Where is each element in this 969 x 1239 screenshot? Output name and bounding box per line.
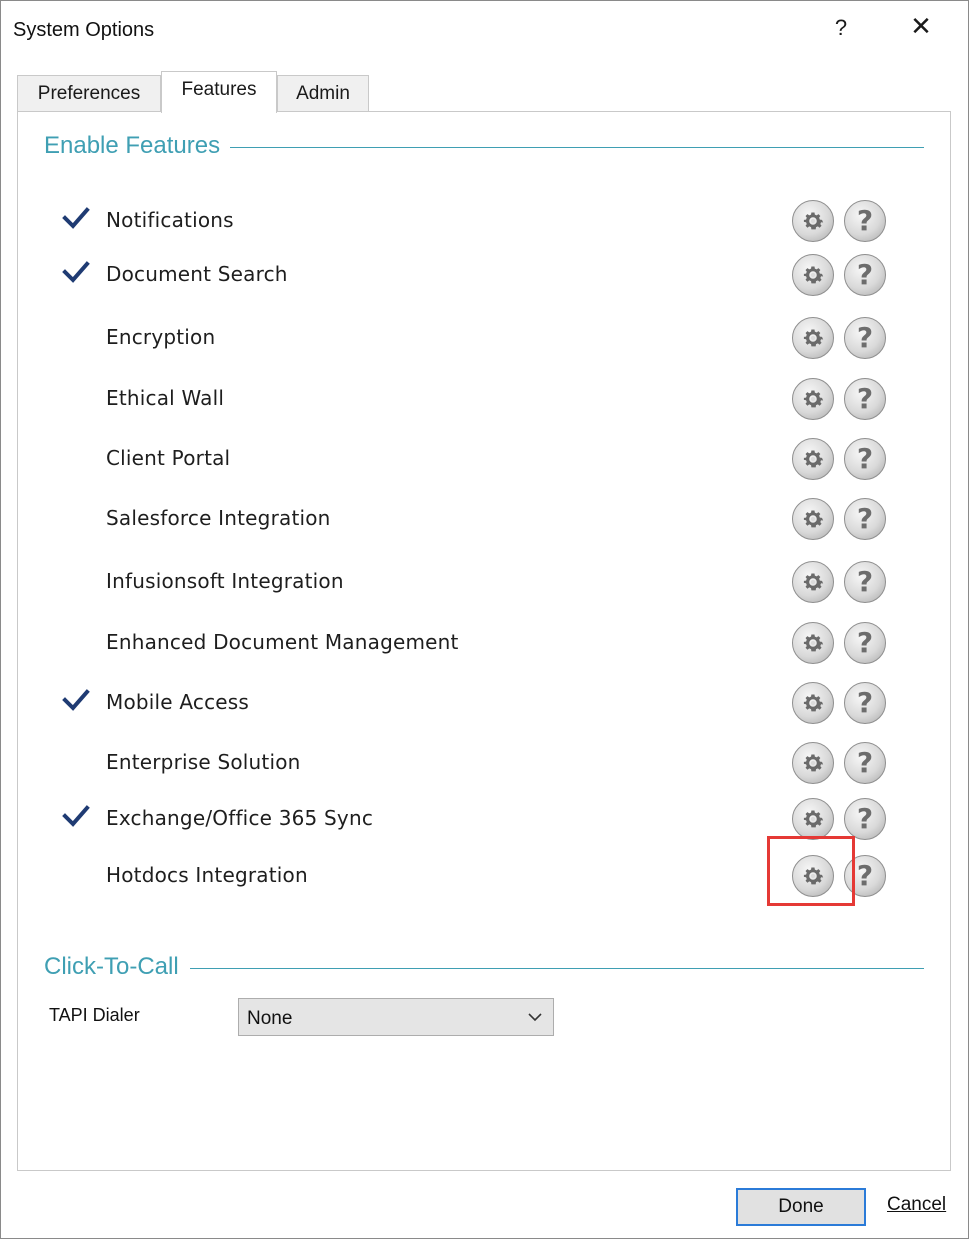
tab-features[interactable]: Features	[161, 71, 277, 113]
gear-icon	[800, 208, 826, 234]
feature-row[interactable]: Infusionsoft Integration?	[18, 561, 948, 603]
help-button[interactable]: ?	[844, 438, 886, 480]
feature-row[interactable]: Enhanced Document Management?	[18, 622, 948, 664]
system-options-dialog: System Options ? ✕ Preferences Features …	[0, 0, 969, 1239]
dialog-title: System Options	[13, 19, 155, 41]
feature-label: Ethical Wall	[106, 386, 225, 410]
help-button[interactable]: ?	[844, 254, 886, 296]
feature-label: Client Portal	[106, 446, 231, 470]
tab-admin-label: Admin	[296, 83, 350, 104]
feature-row[interactable]: Notifications?	[18, 200, 948, 242]
gear-icon	[800, 569, 826, 595]
feature-row[interactable]: Client Portal?	[18, 438, 948, 480]
help-icon: ?	[856, 320, 874, 354]
feature-label: Salesforce Integration	[106, 506, 331, 530]
help-icon: ?	[856, 625, 874, 659]
feature-label: Exchange/Office 365 Sync	[106, 806, 374, 830]
settings-button[interactable]	[792, 682, 834, 724]
feature-row[interactable]: Encryption?	[18, 317, 948, 359]
help-icon: ?	[856, 501, 874, 535]
settings-button[interactable]	[792, 798, 834, 840]
feature-row[interactable]: Exchange/Office 365 Sync?	[18, 798, 948, 840]
checkmark-icon[interactable]	[62, 686, 90, 714]
help-icon: ?	[856, 685, 874, 719]
click-to-call-rule	[190, 968, 924, 969]
gear-icon	[800, 446, 826, 472]
click-to-call-heading: Click-To-Call	[44, 953, 189, 981]
help-title-button[interactable]: ?	[829, 15, 853, 41]
settings-button[interactable]	[792, 317, 834, 359]
feature-label: Mobile Access	[106, 690, 250, 714]
highlight-box	[767, 836, 855, 906]
tapi-dialer-select[interactable]: None	[238, 998, 554, 1036]
tab-features-label: Features	[181, 79, 257, 100]
help-icon: ?	[856, 858, 874, 892]
settings-button[interactable]	[792, 254, 834, 296]
feature-label: Hotdocs Integration	[106, 863, 308, 887]
cancel-button[interactable]: Cancel	[887, 1194, 946, 1216]
feature-row[interactable]: Mobile Access?	[18, 682, 948, 724]
help-icon: ?	[856, 564, 874, 598]
gear-icon	[800, 806, 826, 832]
help-icon: ?	[856, 801, 874, 835]
help-button[interactable]: ?	[844, 498, 886, 540]
settings-button[interactable]	[792, 561, 834, 603]
tapi-dialer-label: TAPI Dialer	[49, 1005, 140, 1025]
feature-label: Document Search	[106, 262, 288, 286]
tab-preferences-label: Preferences	[37, 83, 141, 104]
feature-label: Infusionsoft Integration	[106, 569, 344, 593]
help-button[interactable]: ?	[844, 561, 886, 603]
settings-button[interactable]	[792, 438, 834, 480]
help-button[interactable]: ?	[844, 200, 886, 242]
help-button[interactable]: ?	[844, 798, 886, 840]
close-button[interactable]: ✕	[903, 11, 939, 42]
gear-icon	[800, 325, 826, 351]
checkmark-icon[interactable]	[62, 204, 90, 232]
help-button[interactable]: ?	[844, 378, 886, 420]
settings-button[interactable]	[792, 742, 834, 784]
gear-icon	[800, 630, 826, 656]
gear-icon	[800, 262, 826, 288]
help-icon: ?	[856, 381, 874, 415]
feature-row[interactable]: Salesforce Integration?	[18, 498, 948, 540]
chevron-down-icon	[527, 1009, 543, 1030]
help-button[interactable]: ?	[844, 622, 886, 664]
gear-icon	[800, 386, 826, 412]
feature-row[interactable]: Enterprise Solution?	[18, 742, 948, 784]
enable-features-rule	[228, 147, 924, 148]
help-icon: ?	[856, 745, 874, 779]
help-icon: ?	[856, 203, 874, 237]
settings-button[interactable]	[792, 378, 834, 420]
settings-button[interactable]	[792, 622, 834, 664]
feature-label: Enterprise Solution	[106, 750, 301, 774]
help-icon: ?	[856, 257, 874, 291]
title-bar: System Options ? ✕	[1, 1, 968, 61]
gear-icon	[800, 750, 826, 776]
help-button[interactable]: ?	[844, 742, 886, 784]
gear-icon	[800, 506, 826, 532]
checkmark-icon[interactable]	[62, 258, 90, 286]
help-button[interactable]: ?	[844, 682, 886, 724]
help-button[interactable]: ?	[844, 317, 886, 359]
settings-button[interactable]	[792, 200, 834, 242]
enable-features-heading: Enable Features	[44, 132, 231, 160]
feature-label: Notifications	[106, 208, 234, 232]
tab-preferences[interactable]: Preferences	[17, 75, 161, 111]
feature-row[interactable]: Ethical Wall?	[18, 378, 948, 420]
feature-row[interactable]: Document Search?	[18, 254, 948, 296]
tab-admin[interactable]: Admin	[277, 75, 369, 111]
tapi-dialer-value: None	[247, 1008, 293, 1029]
gear-icon	[800, 690, 826, 716]
help-icon: ?	[856, 441, 874, 475]
done-button[interactable]: Done	[736, 1188, 866, 1226]
checkmark-icon[interactable]	[62, 802, 90, 830]
settings-button[interactable]	[792, 498, 834, 540]
feature-label: Encryption	[106, 325, 216, 349]
feature-label: Enhanced Document Management	[106, 630, 459, 654]
